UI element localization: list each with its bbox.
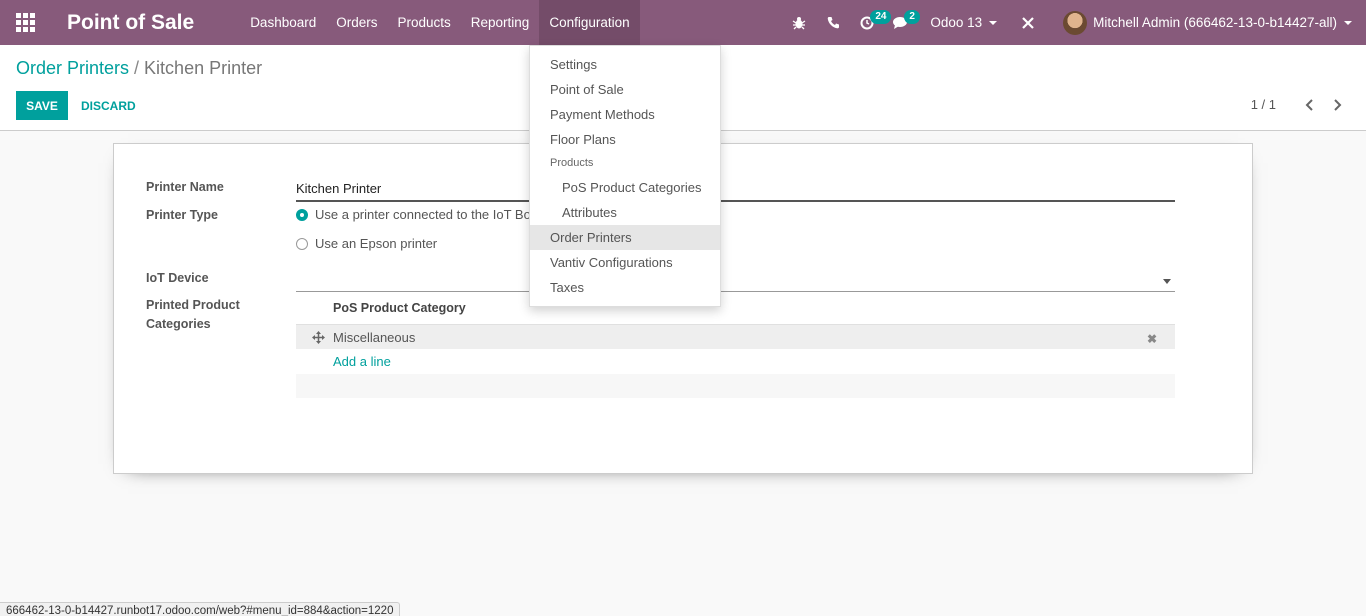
dropdown-item-vantiv-configurations[interactable]: Vantiv Configurations [530,250,720,275]
menu-configuration[interactable]: Configuration [539,0,640,45]
dropdown-section-products: Products [550,157,594,169]
iot-device-label: IoT Device [146,271,209,285]
chevron-down-icon [989,20,998,25]
user-name: Mitchell Admin (666462-13-0-b14427-all) [1093,15,1337,30]
menu-reporting[interactable]: Reporting [461,0,540,45]
categories-label: Printed Product Categories [146,296,240,334]
printer-type-option-epson[interactable]: Use an Epson printer [296,236,437,251]
categories-table-header: PoS Product Category [296,300,1175,322]
menu-products[interactable]: Products [388,0,461,45]
menu-orders[interactable]: Orders [326,0,387,45]
dropdown-item-order-printers[interactable]: Order Printers [530,225,720,250]
dropdown-item-floor-plans[interactable]: Floor Plans [530,127,720,152]
printer-type-label: Printer Type [146,208,219,222]
delete-row-icon[interactable]: ✖ [1147,332,1157,346]
debug-bug-icon[interactable] [782,0,816,45]
database-switcher[interactable]: Odoo 13 [918,15,1011,30]
systray: 24 2 Odoo 13 Mitchell Admin (666462-13-0… [782,0,1366,45]
breadcrumb-parent-link[interactable]: Order Printers [16,58,129,78]
dropdown-item-pos-product-categories[interactable]: PoS Product Categories [530,175,720,200]
categories-label-line2: Categories [146,317,211,331]
column-header-category[interactable]: PoS Product Category [333,301,466,315]
dropdown-item-point-of-sale[interactable]: Point of Sale [530,77,720,102]
iot-device-select[interactable] [296,270,1175,292]
printer-name-field[interactable]: Kitchen Printer [296,176,1175,202]
chevron-left-icon[interactable] [1302,98,1316,112]
user-menu[interactable]: Mitchell Admin (666462-13-0-b14427-all) [1045,10,1366,35]
pager-value[interactable]: 1 / 1 [1251,97,1276,112]
printer-name-value: Kitchen Printer [296,181,382,196]
chevron-right-icon[interactable] [1330,98,1344,112]
printer-type-option-label: Use an Epson printer [315,236,438,251]
dropdown-item-attributes[interactable]: Attributes [530,200,720,225]
chevron-down-icon [1344,20,1352,25]
drag-handle-icon[interactable] [312,331,325,344]
table-footer [296,374,1175,398]
breadcrumb: Order Printers / Kitchen Printer [16,58,262,79]
top-navbar: Point of Sale Dashboard Orders Products … [0,0,1366,45]
app-title[interactable]: Point of Sale [67,11,194,35]
radio-unchecked[interactable] [296,237,308,250]
messages-chat-icon[interactable]: 2 [884,0,920,45]
radio-checked[interactable] [296,208,308,221]
phone-icon[interactable] [816,0,850,45]
dropdown-item-payment-methods[interactable]: Payment Methods [530,102,720,127]
categories-label-line1: Printed Product [146,298,240,312]
caret-down-icon[interactable] [1163,279,1171,284]
dropdown-item-taxes[interactable]: Taxes [530,275,720,300]
printer-name-label: Printer Name [146,180,224,194]
database-name: Odoo 13 [930,15,983,30]
dropdown-item-settings[interactable]: Settings [530,52,720,77]
configuration-dropdown: Settings Point of Sale Payment Methods F… [529,45,721,307]
message-count-badge: 2 [904,10,920,24]
tools-cross-icon[interactable] [1011,0,1045,45]
table-row[interactable]: Miscellaneous ✖ [296,324,1175,349]
add-line-link[interactable]: Add a line [333,354,391,369]
discard-button[interactable]: DISCARD [81,91,136,120]
menu-dashboard[interactable]: Dashboard [240,0,326,45]
activity-clock-icon[interactable]: 24 [850,0,892,45]
save-button[interactable]: SAVE [16,91,68,120]
pager: 1 / 1 [1251,97,1344,112]
category-cell[interactable]: Miscellaneous [333,330,415,345]
browser-status-url: 666462-13-0-b14427.runbot17.odoo.com/web… [0,602,401,616]
breadcrumb-separator: / [134,58,140,78]
apps-menu-icon[interactable] [0,0,50,45]
avatar [1063,10,1088,35]
printer-type-option-label: Use a printer connected to the IoT Box [315,207,538,222]
breadcrumb-current: Kitchen Printer [144,58,263,78]
printer-type-option-iot[interactable]: Use a printer connected to the IoT Box [296,207,537,222]
